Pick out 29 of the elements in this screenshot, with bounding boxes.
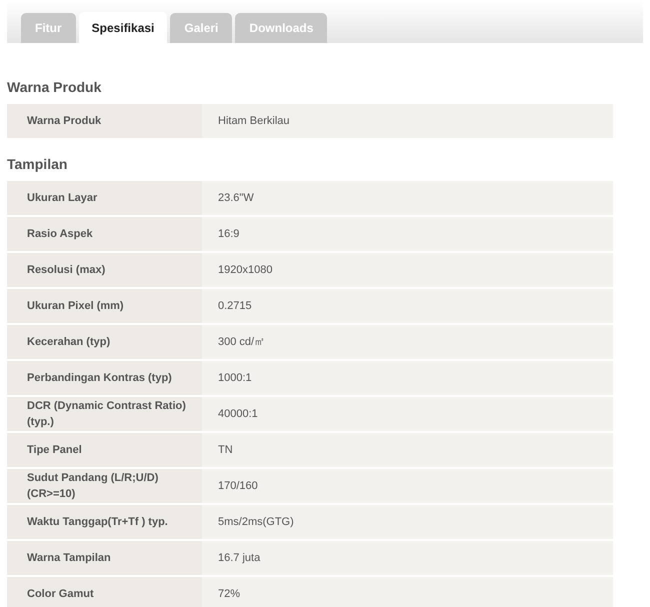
spec-value: 16:9 — [202, 217, 613, 251]
spec-value: 5ms/2ms(GTG) — [202, 505, 613, 539]
spec-value: 72% — [202, 577, 613, 607]
spec-label: Tipe Panel — [7, 433, 202, 467]
spec-label: Warna Produk — [7, 104, 202, 138]
spec-value: 170/160 — [202, 469, 613, 503]
spec-value: 16.7 juta — [202, 541, 613, 575]
spec-label: DCR (Dynamic Contrast Ratio) (typ.) — [7, 397, 202, 431]
spec-value: 300 cd/㎡ — [202, 325, 613, 359]
spec-value: 0.2715 — [202, 289, 613, 323]
spec-label: Kecerahan (typ) — [7, 325, 202, 359]
section-heading: Tampilan — [6, 155, 68, 174]
spec-label: Waktu Tanggap(Tr+Tf ) typ. — [7, 505, 202, 539]
spec-label: Warna Tampilan — [7, 541, 202, 575]
spec-value: Hitam Berkilau — [202, 104, 613, 138]
tab[interactable]: Spesifikasi — [78, 12, 168, 43]
spec-label: Ukuran Layar — [7, 181, 202, 215]
spec-label: Perbandingan Kontras (typ) — [7, 361, 202, 395]
spec-label: Sudut Pandang (L/R;U/D) (CR>=10) — [7, 469, 202, 503]
spec-value: 1000:1 — [202, 361, 613, 395]
spec-label: Rasio Aspek — [7, 217, 202, 251]
spec-label: Color Gamut — [7, 577, 202, 607]
spec-value: 1920x1080 — [202, 253, 613, 287]
spec-label: Ukuran Pixel (mm) — [7, 289, 202, 323]
spec-value: 23.6"W — [202, 181, 613, 215]
spec-value: TN — [202, 433, 613, 467]
section-heading: Warna Produk — [6, 78, 102, 97]
spec-label: Resolusi (max) — [7, 253, 202, 287]
spec-value: 40000:1 — [202, 397, 613, 431]
